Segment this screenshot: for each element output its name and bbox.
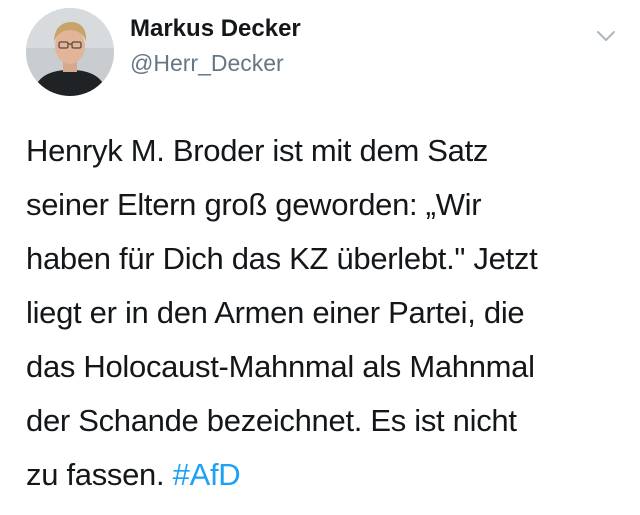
hashtag-link[interactable]: #AfD <box>173 457 241 492</box>
tweet-text-line: liegt er in den Armen einer Partei, die <box>26 295 525 330</box>
tweet-author[interactable]: Markus Decker @Herr_Decker <box>130 14 301 78</box>
tweet-text-line: seiner Eltern groß geworden: „Wir <box>26 187 482 222</box>
tweet-text-line: Henryk M. Broder ist mit dem Satz <box>26 133 489 168</box>
display-name[interactable]: Markus Decker <box>130 14 301 44</box>
tweet-text-line: haben für Dich das KZ überlebt." Jetzt <box>26 241 538 276</box>
tweet-card: Markus Decker @Herr_Decker Henryk M. Bro… <box>0 0 640 515</box>
tweet-text-line: der Schande bezeichnet. Es ist nicht <box>26 403 517 438</box>
tweet-text: Henryk M. Broder ist mit dem Satz seiner… <box>26 124 626 502</box>
tweet-text-line: das Holocaust-Mahnmal als Mahnmal <box>26 349 535 384</box>
tweet-text-last-line: zu fassen. #AfD <box>26 448 626 502</box>
avatar-photo <box>26 8 114 96</box>
user-handle[interactable]: @Herr_Decker <box>130 48 301 78</box>
avatar[interactable] <box>26 8 114 96</box>
chevron-down-icon[interactable] <box>594 24 618 48</box>
tweet-text-line: zu fassen. <box>26 457 173 492</box>
